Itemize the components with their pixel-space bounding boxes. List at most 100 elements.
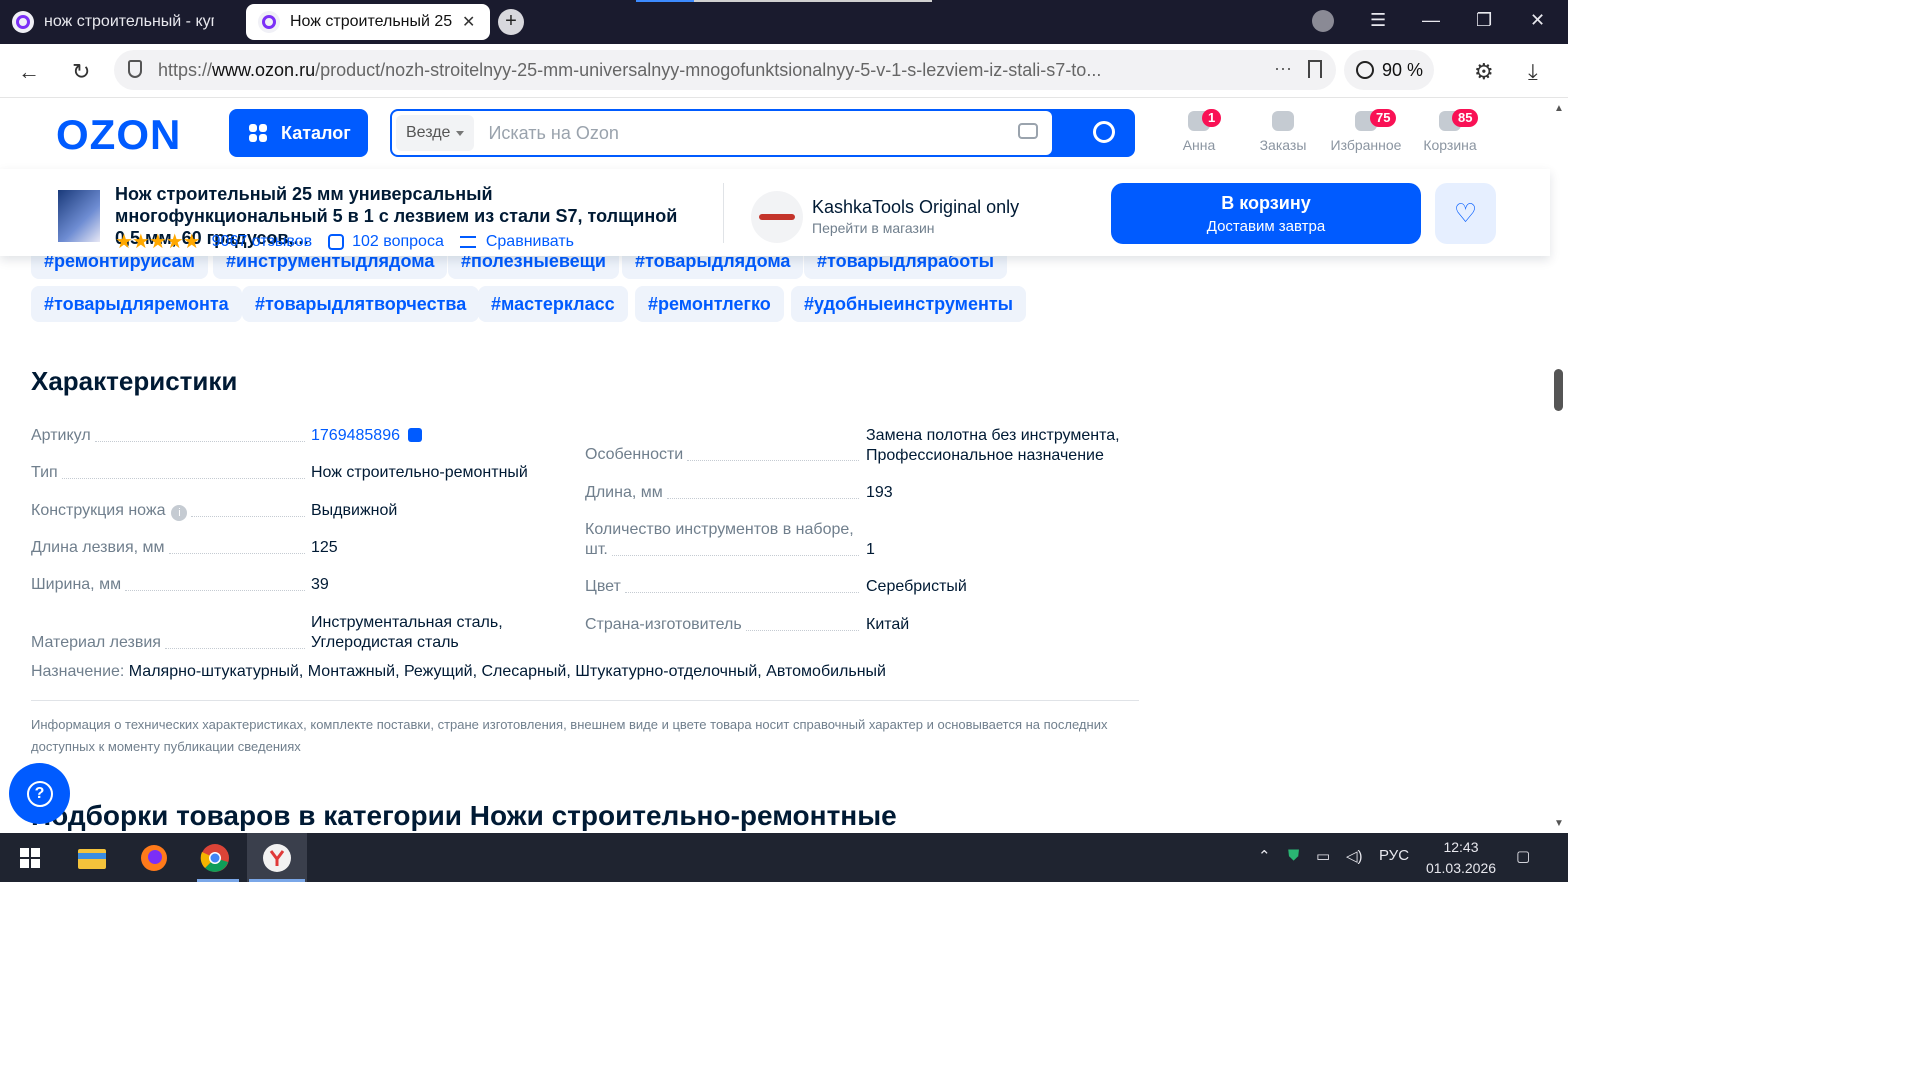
cart-badge: 85 <box>1452 109 1479 127</box>
header-cart-label: Корзина <box>1423 137 1477 153</box>
download-icon[interactable]: ⤓ <box>1528 59 1538 85</box>
article-number[interactable]: 1769485896 <box>311 427 400 444</box>
spec-value: Серебристый <box>866 578 967 595</box>
seller-logo[interactable] <box>751 191 803 243</box>
reviews-link[interactable]: 9067 отзывов <box>212 233 312 251</box>
tab-title: нож строительный - купи <box>44 13 214 30</box>
site-security-icon[interactable] <box>128 60 142 78</box>
ozon-favicon-icon <box>12 11 34 33</box>
security-shield-icon[interactable]: ⛊ <box>1288 847 1299 864</box>
questions-link[interactable]: 102 вопроса <box>352 233 444 251</box>
tag-item[interactable]: #мастеркласс <box>478 286 628 322</box>
clock-time: 12:43 <box>1443 839 1479 855</box>
rating-stars: ★★★★★ <box>115 231 201 253</box>
purpose-label: Назначение: <box>31 663 125 680</box>
reload-icon[interactable]: ↻ <box>72 59 90 85</box>
spec-label: Длина лезвия, мм <box>31 538 309 558</box>
minimize-icon[interactable]: — <box>1422 10 1440 31</box>
spec-value: 125 <box>311 539 338 556</box>
header-user-label: Анна <box>1182 137 1216 153</box>
restore-icon[interactable]: ❐ <box>1476 10 1492 31</box>
search-bar: Везде Искать на Ozon <box>390 109 1135 157</box>
info-icon[interactable]: i <box>171 505 188 521</box>
header-favorites[interactable]: Избранное 75 <box>1330 109 1402 153</box>
page-scrollbar[interactable]: ▲ ▼ <box>1550 99 1568 833</box>
add-to-cart-button[interactable]: В корзину Доставим завтра <box>1111 183 1421 244</box>
extensions-icon[interactable]: ⚙ <box>1474 59 1494 85</box>
file-explorer-icon[interactable] <box>72 841 112 875</box>
back-icon[interactable]: ← <box>18 59 40 85</box>
url-prefix: https:// <box>158 59 213 80</box>
search-icon[interactable] <box>1093 121 1115 143</box>
search-scope-label: Везде <box>406 124 451 141</box>
disclaimer-note: Информация о технических характеристиках… <box>31 717 1108 754</box>
collections-heading: Подборки товаров в категории Ножи строит… <box>31 800 897 831</box>
compare-icon <box>459 235 476 248</box>
spec-value: Инструментальная сталь, Углеродистая стал… <box>311 614 503 651</box>
yandex-running-indicator <box>249 879 305 882</box>
add-to-cart-label: В корзину <box>1221 193 1311 213</box>
profile-avatar[interactable] <box>1312 10 1334 32</box>
help-button[interactable]: ? <box>9 763 70 824</box>
new-tab-button[interactable]: + <box>498 9 524 35</box>
copy-icon[interactable] <box>407 428 422 442</box>
zoom-button[interactable]: 90 % <box>1344 50 1434 90</box>
header-favorites-label: Избранное <box>1330 137 1402 153</box>
header-user[interactable]: Анна 1 <box>1178 109 1222 153</box>
system-clock[interactable]: 12:43 01.03.2026 <box>1416 837 1506 879</box>
tag-item[interactable]: #удобныеинструменты <box>791 286 1027 322</box>
scrollbar-thumb[interactable] <box>1554 369 1563 411</box>
product-rating-row: ★★★★★ 9067 отзывов 102 вопроса Сравниват… <box>115 229 574 254</box>
volume-icon[interactable]: ◁) <box>1346 847 1363 865</box>
show-hidden-icons-icon[interactable]: ⌃ <box>1258 847 1271 865</box>
menu-icon[interactable]: ☰ <box>1370 10 1386 31</box>
windows-taskbar: ⌃ ⛊ ▭ ◁) РУС 12:43 01.03.2026 ▢ <box>0 833 1568 882</box>
tag-item[interactable]: #товарыдляремонта <box>31 286 242 322</box>
tag-item[interactable]: #товарыдлятворчества <box>242 286 480 322</box>
zoom-icon <box>1356 61 1374 79</box>
ozon-logo[interactable]: OZON <box>56 111 181 159</box>
windows-start-icon[interactable] <box>10 841 50 875</box>
browser-tab-1[interactable]: нож строительный - купи <box>4 4 240 40</box>
favorite-button[interactable]: ♡ <box>1435 183 1496 244</box>
tab-close-icon[interactable]: ✕ <box>462 12 475 32</box>
more-icon[interactable]: ··· <box>1274 58 1292 79</box>
close-window-icon[interactable]: ✕ <box>1530 10 1545 31</box>
ozon-favicon-icon <box>258 11 280 33</box>
compare-link[interactable]: Сравнивать <box>486 233 574 251</box>
header-cart[interactable]: Корзина 85 <box>1422 109 1479 153</box>
spec-value: 39 <box>311 576 329 593</box>
favorites-badge: 75 <box>1370 109 1397 127</box>
box-icon <box>1272 111 1294 131</box>
tag-item[interactable]: #ремонтлегко <box>635 286 784 322</box>
camera-icon[interactable] <box>1018 123 1038 139</box>
firefox-icon[interactable] <box>134 841 174 875</box>
bookmark-icon[interactable] <box>1308 60 1322 78</box>
network-icon[interactable]: ▭ <box>1316 847 1330 865</box>
chrome-icon[interactable] <box>195 841 235 875</box>
catalog-button[interactable]: Каталог <box>229 109 368 157</box>
scroll-down-icon[interactable]: ▼ <box>1554 818 1564 829</box>
chrome-running-indicator <box>197 879 239 882</box>
url-domain: www.ozon.ru <box>212 59 316 80</box>
product-thumbnail[interactable] <box>58 190 100 242</box>
tab-title: Нож строительный 25 <box>290 13 453 30</box>
url-field[interactable]: https://www.ozon.ru/product/nozh-stroite… <box>114 50 1336 90</box>
browser-tab-2-active[interactable]: Нож строительный 25 ✕ <box>246 4 490 40</box>
yandex-browser-icon[interactable] <box>257 841 297 875</box>
search-scope-select[interactable]: Везде <box>396 115 475 151</box>
header-orders[interactable]: Заказы <box>1258 111 1308 153</box>
seller-store-link[interactable]: Перейти в магазин <box>812 220 935 236</box>
spec-label: Длина, мм <box>585 483 863 503</box>
spec-label: Ширина, мм <box>31 575 309 595</box>
browser-titlebar: нож строительный - купи Нож строительный… <box>0 0 1568 44</box>
search-input[interactable]: Везде Искать на Ozon <box>392 111 1052 155</box>
spec-label: Артикул <box>31 426 309 446</box>
seller-name[interactable]: KashkaTools Original only <box>812 197 1019 218</box>
scroll-up-icon[interactable]: ▲ <box>1554 103 1564 114</box>
divider <box>723 183 724 243</box>
grid-icon <box>249 124 267 142</box>
notifications-icon[interactable]: ▢ <box>1516 847 1530 865</box>
language-indicator[interactable]: РУС <box>1379 847 1409 864</box>
url-path: /product/nozh-stroitelnyy-25-mm-universa… <box>315 59 1102 80</box>
